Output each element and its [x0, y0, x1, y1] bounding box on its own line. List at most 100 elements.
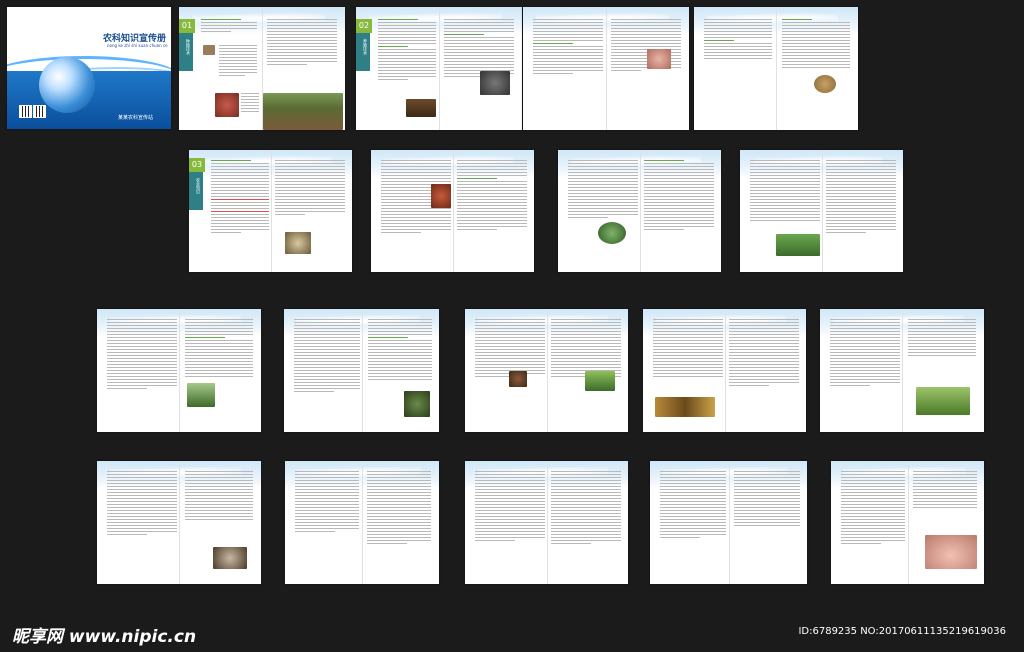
qr-code-icon	[33, 105, 46, 118]
text-column	[185, 471, 253, 522]
brochure-cover: 农科知识宣传册 nong ke zhi shi xuan chuan ce 某某…	[7, 7, 171, 129]
photo	[585, 371, 615, 391]
text-column	[211, 160, 269, 235]
photo	[480, 71, 510, 95]
photo	[776, 234, 820, 256]
section-tab: 种植技术	[179, 33, 193, 71]
text-column	[107, 471, 177, 537]
text-column	[551, 319, 621, 379]
page-spread	[465, 309, 628, 432]
page-fold	[639, 150, 641, 272]
photo	[647, 49, 671, 69]
text-column	[275, 160, 345, 217]
page-spread	[831, 461, 984, 584]
text-column	[750, 160, 820, 223]
page-spread: 01 种植技术	[179, 7, 345, 130]
photo	[916, 387, 970, 415]
page-fold	[270, 150, 272, 272]
text-column	[475, 319, 545, 379]
section-label: 养殖技术	[363, 39, 368, 55]
text-column	[908, 319, 976, 358]
text-column	[660, 471, 726, 540]
section-number: 02	[356, 19, 372, 33]
text-column	[734, 471, 800, 528]
pig-photo	[925, 535, 977, 569]
text-column	[185, 319, 253, 379]
text-column	[568, 160, 638, 220]
page-spread	[371, 150, 534, 272]
section-tab: 养殖技术	[356, 33, 370, 71]
text-column	[475, 471, 545, 543]
page-spread	[558, 150, 721, 272]
watermark-id: ID:6789235 NO:20170611135219619036	[798, 626, 1006, 637]
photo	[598, 222, 626, 244]
page-spread	[694, 7, 858, 130]
page-fold	[606, 7, 607, 130]
page-fold	[452, 150, 454, 272]
photo	[215, 93, 239, 117]
photo	[509, 371, 527, 387]
page-fold	[724, 309, 726, 432]
page-spread	[523, 7, 689, 130]
page-fold	[776, 7, 777, 130]
page-spread	[650, 461, 807, 584]
page-spread	[97, 309, 261, 432]
photo	[406, 99, 436, 117]
text-column	[295, 471, 359, 534]
text-column	[267, 19, 337, 67]
photo	[404, 391, 430, 417]
qr-code-icon	[19, 105, 32, 118]
page-spread: 02 养殖技术	[356, 7, 522, 130]
photo	[431, 184, 451, 208]
photo	[285, 232, 311, 254]
catalog-canvas: { "cover": { "title": "农科知识宣传册", "subtit…	[0, 0, 1024, 652]
text-column	[644, 160, 714, 232]
text-column	[913, 471, 977, 510]
watermark-logo: 昵享网 www.nipic.cn	[12, 627, 197, 647]
page-fold	[179, 461, 180, 584]
field-photo	[263, 93, 343, 130]
page-spread	[285, 461, 439, 584]
page-spread	[284, 309, 439, 432]
text-column	[830, 319, 900, 388]
photo	[814, 75, 836, 93]
photo	[203, 45, 215, 55]
section-label: 农业知识	[196, 178, 201, 194]
section-label: 种植技术	[186, 39, 191, 55]
text-column	[729, 319, 799, 388]
page-fold	[439, 7, 440, 130]
text-column	[368, 319, 432, 382]
page-spread	[643, 309, 806, 432]
page-fold	[902, 309, 903, 432]
text-column	[107, 319, 177, 391]
page-fold	[546, 461, 548, 584]
photo	[213, 547, 247, 569]
page-spread: 03 农业知识	[189, 150, 352, 272]
page-fold	[546, 309, 548, 432]
page-fold	[362, 461, 363, 584]
text-column	[219, 45, 257, 78]
page-spread	[820, 309, 984, 432]
text-column	[367, 471, 431, 546]
text-column	[782, 19, 850, 70]
text-column	[294, 319, 360, 394]
cover-publisher: 某某农科宣传站	[117, 115, 153, 121]
page-spread	[97, 461, 261, 584]
text-column	[457, 160, 527, 232]
photo	[655, 397, 715, 417]
page-fold	[179, 309, 180, 432]
text-column	[241, 93, 259, 114]
section-tab: 农业知识	[189, 172, 203, 210]
page-spread	[465, 461, 628, 584]
page-fold	[821, 150, 823, 272]
text-column	[201, 19, 257, 34]
photo	[187, 383, 215, 407]
text-column	[444, 19, 514, 79]
text-column	[653, 319, 723, 379]
text-column	[551, 471, 621, 546]
page-fold	[728, 461, 730, 584]
text-column	[533, 19, 603, 76]
cover-subtitle: nong ke zhi shi xuan chuan ce	[107, 43, 168, 48]
page-spread	[740, 150, 903, 272]
text-column	[378, 19, 436, 82]
